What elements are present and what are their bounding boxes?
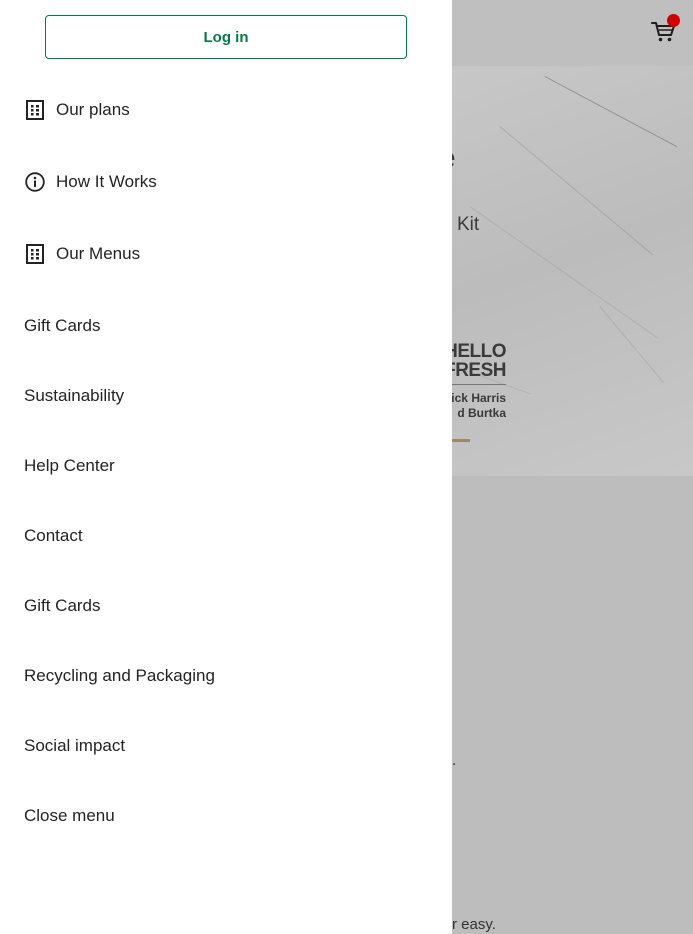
menu-item-label: Social impact <box>24 736 126 755</box>
menu-item-label: How It Works <box>56 172 157 191</box>
menu-item-label: Gift Cards <box>24 316 101 335</box>
navigation-drawer: Log in Our plans How It Works Our Menus … <box>0 0 452 934</box>
menu-item-help-center[interactable]: Help Center <box>24 451 115 481</box>
menu-item-gift-cards-2[interactable]: Gift Cards <box>24 591 101 621</box>
hero-subtitle-fragment: Kit <box>457 214 480 235</box>
menu-item-social-impact[interactable]: Social impact <box>24 731 125 761</box>
menu-item-label: Sustainability <box>24 386 125 405</box>
close-menu-button[interactable]: Close menu <box>24 801 115 831</box>
login-button[interactable]: Log in <box>45 15 407 59</box>
menu-item-sustainability[interactable]: Sustainability <box>24 381 124 411</box>
menu-item-label: Contact <box>24 526 83 545</box>
plans-list-icon <box>24 99 46 121</box>
menu-item-label: Our plans <box>56 100 130 119</box>
menu-item-label: Close menu <box>24 806 115 825</box>
body-text-fragment: . <box>452 752 457 769</box>
menu-item-recycling-packaging[interactable]: Recycling and Packaging <box>24 661 215 691</box>
menu-item-contact[interactable]: Contact <box>24 521 83 551</box>
menu-item-label: Our Menus <box>56 244 141 263</box>
cart-badge <box>667 14 680 27</box>
menu-item-how-it-works[interactable]: How It Works <box>24 167 157 197</box>
menu-item-gift-cards[interactable]: Gift Cards <box>24 311 101 341</box>
menu-item-our-menus[interactable]: Our Menus <box>24 239 140 269</box>
info-icon <box>24 171 46 193</box>
menu-item-our-plans[interactable]: Our plans <box>24 95 130 125</box>
menus-list-icon <box>24 243 46 265</box>
menu-item-label: Gift Cards <box>24 596 101 615</box>
menu-item-label: Help Center <box>24 456 115 475</box>
menu-item-label: Recycling and Packaging <box>24 666 215 685</box>
body-text-fragment-easy: r easy. <box>452 916 496 933</box>
